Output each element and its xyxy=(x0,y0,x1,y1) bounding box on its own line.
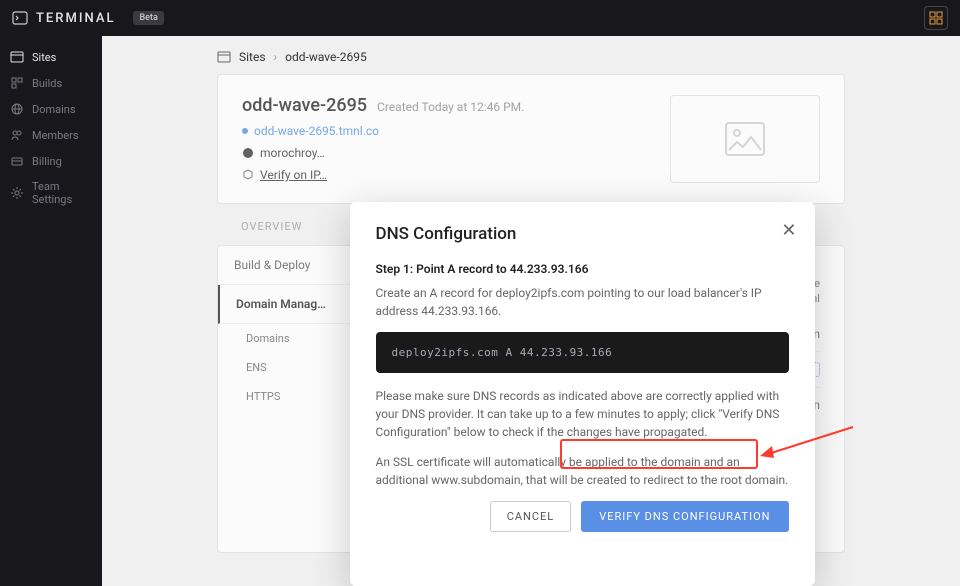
modal-step: Step 1: Point A record to 44.233.93.166 xyxy=(376,262,789,276)
builds-icon xyxy=(10,76,24,90)
sidebar-item-label: Team Settings xyxy=(32,180,92,206)
sidebar-item-builds[interactable]: Builds xyxy=(0,70,102,96)
annotation-arrow xyxy=(758,422,858,462)
brand-logo[interactable]: TERMINAL Beta xyxy=(12,10,164,26)
sidebar-item-members[interactable]: Members xyxy=(0,122,102,148)
dns-record-code: deploy2ipfs.com A 44.233.93.166 xyxy=(376,332,789,373)
site-card: odd-wave-2695 Created Today at 12:46 PM.… xyxy=(217,74,845,204)
sites-icon xyxy=(217,50,231,64)
dashboard-icon[interactable] xyxy=(924,6,948,30)
cancel-button[interactable]: CANCEL xyxy=(490,501,572,532)
sidebar-item-billing[interactable]: Billing xyxy=(0,148,102,174)
breadcrumb-current: odd-wave-2695 xyxy=(285,50,367,64)
billing-icon xyxy=(10,154,24,168)
verify-dns-button[interactable]: VERIFY DNS CONFIGURATION xyxy=(581,501,788,532)
dns-config-modal: ✕ DNS Configuration Step 1: Point A reco… xyxy=(350,202,815,586)
site-url[interactable]: odd-wave-2695.tmnl.co xyxy=(254,124,379,138)
sidebar: Sites Builds Domains Members Billing Tea… xyxy=(0,36,102,586)
site-thumbnail xyxy=(670,95,820,183)
modal-desc-2: Please make sure DNS records as indicate… xyxy=(376,387,789,441)
gear-icon xyxy=(10,186,24,200)
sidebar-item-label: Billing xyxy=(32,155,62,168)
status-dot xyxy=(242,128,248,134)
sidebar-item-label: Sites xyxy=(32,51,56,64)
globe-icon xyxy=(10,102,24,116)
topbar: TERMINAL Beta xyxy=(0,0,960,36)
brand-text: TERMINAL xyxy=(36,11,115,26)
close-icon[interactable]: ✕ xyxy=(781,220,796,241)
modal-desc-3: An SSL certificate will automatically be… xyxy=(376,453,789,489)
created-at: Created Today at 12:46 PM. xyxy=(377,100,524,114)
sidebar-item-label: Domains xyxy=(32,103,76,116)
sidebar-item-label: Members xyxy=(32,129,79,142)
users-icon xyxy=(10,128,24,142)
beta-badge: Beta xyxy=(133,11,163,25)
sidebar-item-label: Builds xyxy=(32,77,62,90)
sidebar-item-sites[interactable]: Sites xyxy=(0,44,102,70)
sidebar-item-domains[interactable]: Domains xyxy=(0,96,102,122)
terminal-icon xyxy=(12,10,28,26)
breadcrumb-separator: › xyxy=(274,50,278,64)
main-content: Sites › odd-wave-2695 odd-wave-2695 Crea… xyxy=(102,36,960,586)
repo-name[interactable]: morochroy… xyxy=(260,146,325,160)
cube-icon xyxy=(242,169,254,181)
breadcrumb-root[interactable]: Sites xyxy=(239,50,266,64)
modal-title: DNS Configuration xyxy=(376,224,789,244)
image-placeholder-icon xyxy=(725,122,765,156)
github-icon xyxy=(242,147,254,159)
breadcrumb: Sites › odd-wave-2695 xyxy=(102,36,960,74)
site-name: odd-wave-2695 xyxy=(242,95,367,116)
modal-desc-1: Create an A record for deploy2ipfs.com p… xyxy=(376,284,789,320)
verify-link[interactable]: Verify on IP… xyxy=(260,168,327,182)
sidebar-item-team-settings[interactable]: Team Settings xyxy=(0,174,102,212)
sites-icon xyxy=(10,50,24,64)
tab-overview[interactable]: OVERVIEW xyxy=(241,220,302,233)
